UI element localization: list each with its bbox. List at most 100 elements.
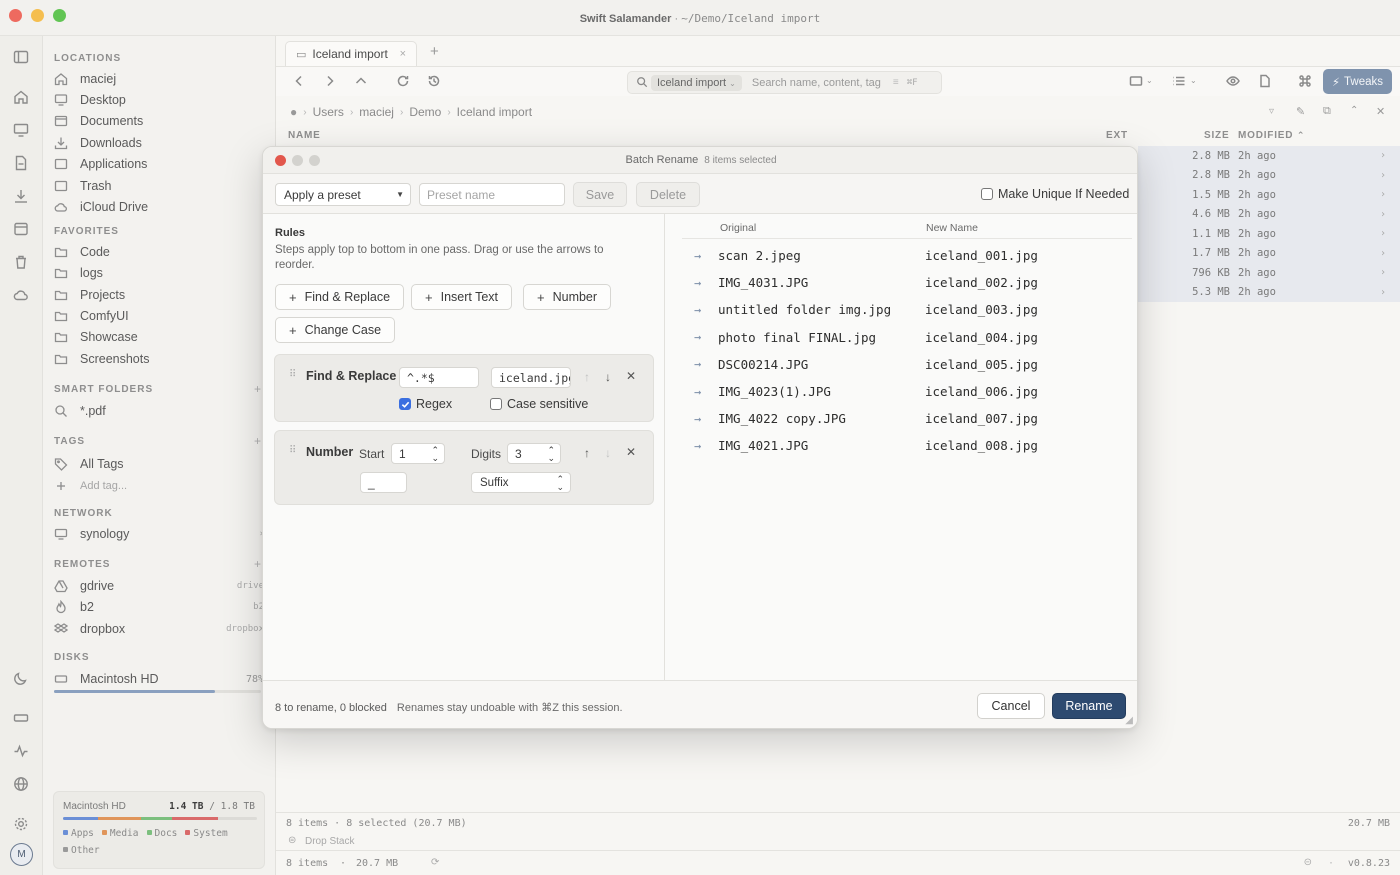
table-row[interactable]: 1.7 MB 2h ago › xyxy=(1138,243,1400,263)
remove-rule-icon[interactable]: ✕ xyxy=(626,445,636,459)
breadcrumb-demo[interactable]: Demo xyxy=(409,105,441,119)
chevron-right-icon[interactable]: › xyxy=(1380,267,1386,278)
move-down-icon[interactable]: ↓ xyxy=(605,370,611,384)
chevron-right-icon[interactable]: › xyxy=(1380,228,1386,239)
digits-stepper[interactable]: 3 ⌃ ⌄ xyxy=(507,443,561,464)
drag-handle-icon[interactable]: ⠿ xyxy=(289,369,296,380)
delete-preset-button[interactable]: Delete xyxy=(636,182,700,207)
drop-stack[interactable]: ⊜ Drop Stack xyxy=(276,834,1400,850)
drag-handle-icon[interactable]: ⠿ xyxy=(289,445,296,456)
stepper-arrows-icon[interactable]: ⌃ ⌄ xyxy=(547,445,555,462)
add-tag-section-button[interactable]: + xyxy=(254,434,261,448)
column-name[interactable]: NAME xyxy=(288,130,321,141)
table-row[interactable]: 1.1 MB 2h ago › xyxy=(1138,224,1400,244)
sidebar-item-dropbox[interactable]: dropbox dropbox xyxy=(53,619,264,639)
sidebar-item-screenshots[interactable]: Screenshots xyxy=(54,349,264,369)
add-find-replace-button[interactable]: + Find & Replace xyxy=(275,284,405,310)
sidebar-item-documents[interactable]: Documents xyxy=(54,111,264,131)
make-unique-checkbox[interactable]: Make Unique If Needed xyxy=(981,187,1129,201)
drive-icon[interactable] xyxy=(13,710,29,726)
download-icon[interactable] xyxy=(13,188,29,204)
globe-icon[interactable] xyxy=(13,776,29,792)
edit-icon[interactable]: ✎ xyxy=(1296,105,1305,118)
forward-icon[interactable] xyxy=(323,74,337,88)
up-icon[interactable] xyxy=(354,74,368,88)
back-icon[interactable] xyxy=(292,74,306,88)
sidebar-item-b2[interactable]: b2 b2 xyxy=(54,597,264,617)
history-icon[interactable] xyxy=(427,74,441,88)
table-row[interactable]: 5.3 MB 2h ago › xyxy=(1138,282,1400,302)
save-preset-button[interactable]: Save xyxy=(573,182,627,207)
add-tag-button[interactable]: Add tag... xyxy=(54,476,264,496)
view-mode-icon[interactable] xyxy=(1129,74,1143,88)
add-smart-folder-button[interactable]: + xyxy=(254,382,261,396)
gear-icon[interactable] xyxy=(13,816,29,832)
sidebar-item-downloads[interactable]: Downloads xyxy=(54,133,264,153)
sidebar-item-gdrive[interactable]: gdrive drive xyxy=(54,576,264,596)
rule-number[interactable]: ⠿ Number Start 1 ⌃ ⌄ Digits 3 ⌃ ⌄ ↑ ↓ ✕ _ Su… xyxy=(274,430,654,505)
database-icon[interactable]: ⊝ xyxy=(1304,857,1312,868)
remove-rule-icon[interactable]: ✕ xyxy=(626,369,636,383)
dialog-zoom-button[interactable] xyxy=(309,155,320,166)
table-row[interactable]: 2.8 MB 2h ago › xyxy=(1138,146,1400,166)
chevron-right-icon[interactable]: › xyxy=(1380,287,1386,298)
breadcrumb-users[interactable]: Users xyxy=(313,105,344,119)
list-options-icon[interactable] xyxy=(1172,74,1186,88)
case-sensitive-checkbox[interactable]: Case sensitive xyxy=(490,397,588,411)
breadcrumb-maciej[interactable]: maciej xyxy=(359,105,394,119)
sidebar-item-applications[interactable]: Applications xyxy=(54,154,264,174)
table-row[interactable]: 2.8 MB 2h ago › xyxy=(1138,165,1400,185)
table-row[interactable]: 1.5 MB 2h ago › xyxy=(1138,185,1400,205)
dialog-minimize-button[interactable] xyxy=(292,155,303,166)
stepper-arrows-icon[interactable]: ⌃ ⌄ xyxy=(431,445,439,462)
sidebar-toggle-icon[interactable] xyxy=(13,49,29,65)
sync-icon[interactable]: ⟳ xyxy=(431,857,439,868)
sidebar-item-projects[interactable]: Projects xyxy=(54,285,264,305)
command-icon[interactable] xyxy=(1298,74,1312,88)
avatar[interactable]: M xyxy=(10,843,33,866)
column-size[interactable]: SIZE xyxy=(1204,130,1229,141)
tab-close-button[interactable]: × xyxy=(400,48,406,60)
refresh-icon[interactable] xyxy=(396,74,410,88)
sidebar-item-icloud[interactable]: iCloud Drive xyxy=(54,197,264,217)
document-icon[interactable] xyxy=(13,155,29,171)
move-down-icon[interactable]: ↓ xyxy=(605,446,611,460)
add-remote-button[interactable]: + xyxy=(254,557,261,571)
filter-icon[interactable]: ▿ xyxy=(1269,106,1274,117)
sidebar-item-comfyui[interactable]: ComfyUI xyxy=(54,306,264,326)
sidebar-item-code[interactable]: Code xyxy=(54,242,264,262)
copy-icon[interactable]: ⧉ xyxy=(1323,105,1331,118)
rename-button[interactable]: Rename xyxy=(1052,693,1126,719)
home-icon[interactable] xyxy=(13,89,29,105)
search-bar[interactable]: Iceland import ⌄ Search name, content, t… xyxy=(627,71,942,94)
chevron-down-icon[interactable]: ⌄ xyxy=(1146,76,1153,85)
start-stepper[interactable]: 1 ⌃ ⌄ xyxy=(391,443,445,464)
chevron-right-icon[interactable]: › xyxy=(1380,209,1386,220)
chevron-right-icon[interactable]: › xyxy=(1380,170,1386,181)
table-row[interactable]: 4.6 MB 2h ago › xyxy=(1138,204,1400,224)
search-scope-chip[interactable]: Iceland import ⌄ xyxy=(651,74,742,91)
column-ext[interactable]: EXT xyxy=(1106,130,1128,141)
find-pattern-input[interactable]: ^.*$ xyxy=(399,367,479,388)
chevron-right-icon[interactable]: › xyxy=(1380,150,1386,161)
sidebar-item-macintosh-hd[interactable]: Macintosh HD 78% xyxy=(54,669,264,689)
regex-checkbox[interactable]: Regex xyxy=(399,397,452,411)
tab-iceland-import[interactable]: ▭ Iceland import × xyxy=(285,41,417,66)
search-input[interactable]: Search name, content, tag xyxy=(752,77,881,89)
cancel-button[interactable]: Cancel xyxy=(977,693,1045,719)
rule-find-replace[interactable]: ⠿ Find & Replace ^.*$ iceland.jpg ↑ ↓ ✕ … xyxy=(274,354,654,422)
collapse-icon[interactable]: ⌃ xyxy=(1350,105,1358,116)
sidebar-item-trash[interactable]: Trash xyxy=(54,176,264,196)
add-insert-text-button[interactable]: + Insert Text xyxy=(411,284,513,310)
chevron-right-icon[interactable]: › xyxy=(1380,248,1386,259)
cloud-icon[interactable] xyxy=(13,287,29,303)
replace-with-input[interactable]: iceland.jpg xyxy=(491,367,571,388)
sidebar-item-synology[interactable]: synology› xyxy=(54,524,264,544)
moon-icon[interactable] xyxy=(13,670,29,686)
dialog-close-button[interactable] xyxy=(275,155,286,166)
column-modified[interactable]: MODIFIED ⌃ xyxy=(1238,130,1305,141)
preset-name-input[interactable]: Preset name xyxy=(419,183,565,206)
filter-icon[interactable]: ≡ xyxy=(893,77,899,88)
sidebar-item-pdf[interactable]: *.pdf xyxy=(54,401,264,421)
sidebar-item-showcase[interactable]: Showcase xyxy=(54,327,264,347)
